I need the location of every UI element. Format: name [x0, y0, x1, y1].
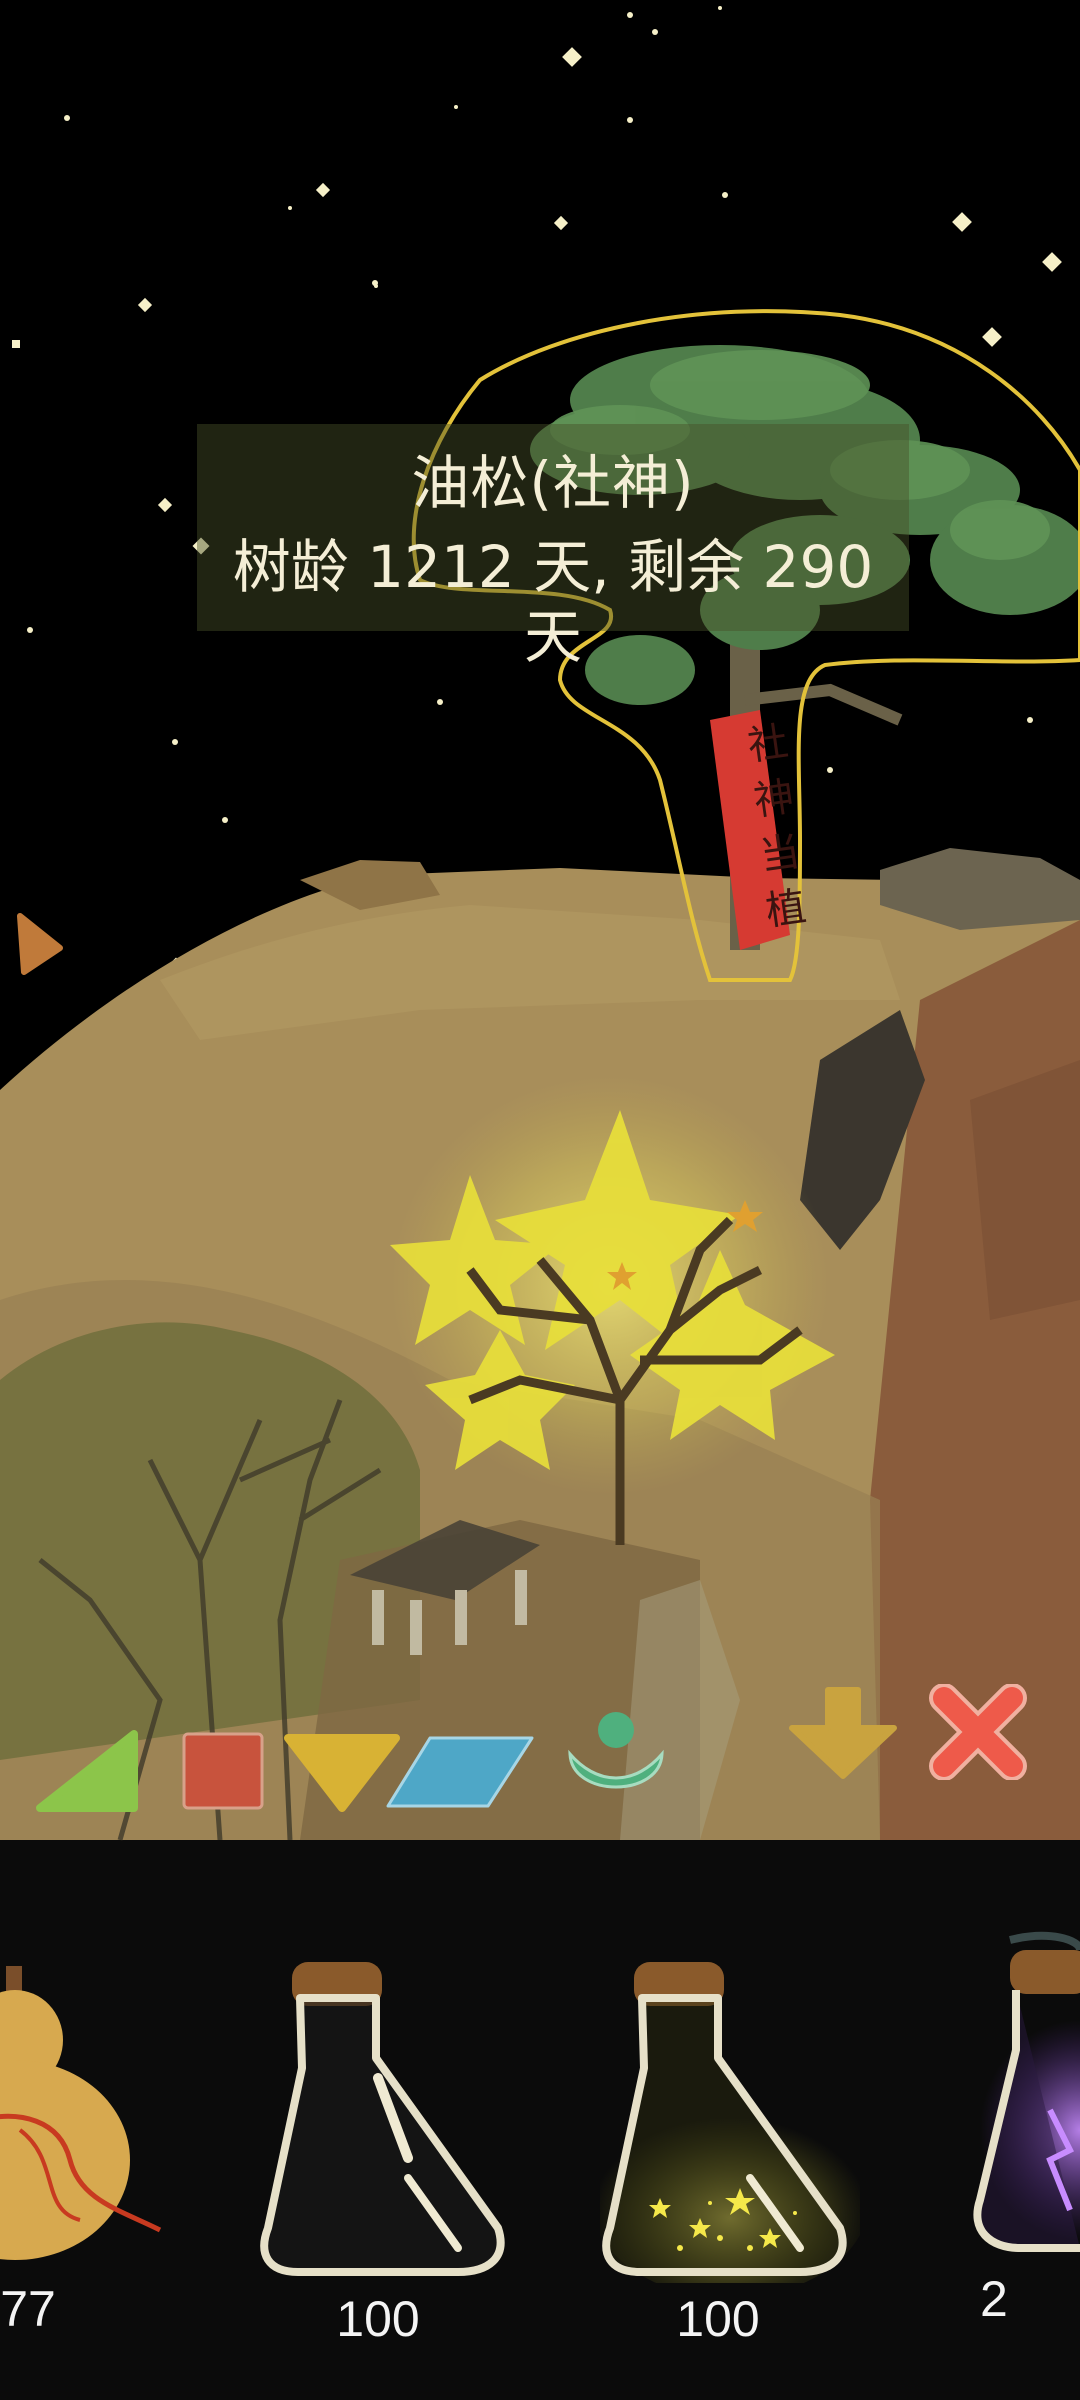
- tree-name: 油松(社神): [411, 449, 695, 517]
- green-triangle-icon[interactable]: [34, 1728, 140, 1814]
- svg-text:植: 植: [763, 884, 809, 935]
- blue-parallelogram-icon[interactable]: [384, 1734, 536, 1810]
- gourd-item[interactable]: [0, 1960, 170, 2280]
- svg-text:社: 社: [745, 719, 791, 770]
- gourd-count: 77: [0, 2281, 56, 2337]
- tree-info-panel: 油松(社神) 树龄 1212 天, 剩余 290 天: [197, 424, 909, 671]
- download-arrow-icon[interactable]: [786, 1684, 900, 1780]
- empty-flask-count: 100: [336, 2291, 420, 2347]
- empty-flask-item[interactable]: [258, 1958, 518, 2283]
- purple-flask-item[interactable]: [970, 1930, 1080, 2270]
- tree-age: 树龄 1212 天, 剩余 290 天: [232, 533, 874, 671]
- close-x-icon[interactable]: [926, 1684, 1030, 1780]
- left-arrow-button[interactable]: [14, 910, 64, 980]
- green-person-icon[interactable]: [564, 1708, 668, 1818]
- purple-flask-count: 2: [980, 2271, 1008, 2327]
- star-flask-item[interactable]: [600, 1958, 860, 2283]
- star-flask-count: 100: [676, 2291, 760, 2347]
- svg-text:当: 当: [757, 829, 803, 880]
- svg-text:神: 神: [751, 774, 797, 825]
- red-square-icon[interactable]: [180, 1730, 266, 1812]
